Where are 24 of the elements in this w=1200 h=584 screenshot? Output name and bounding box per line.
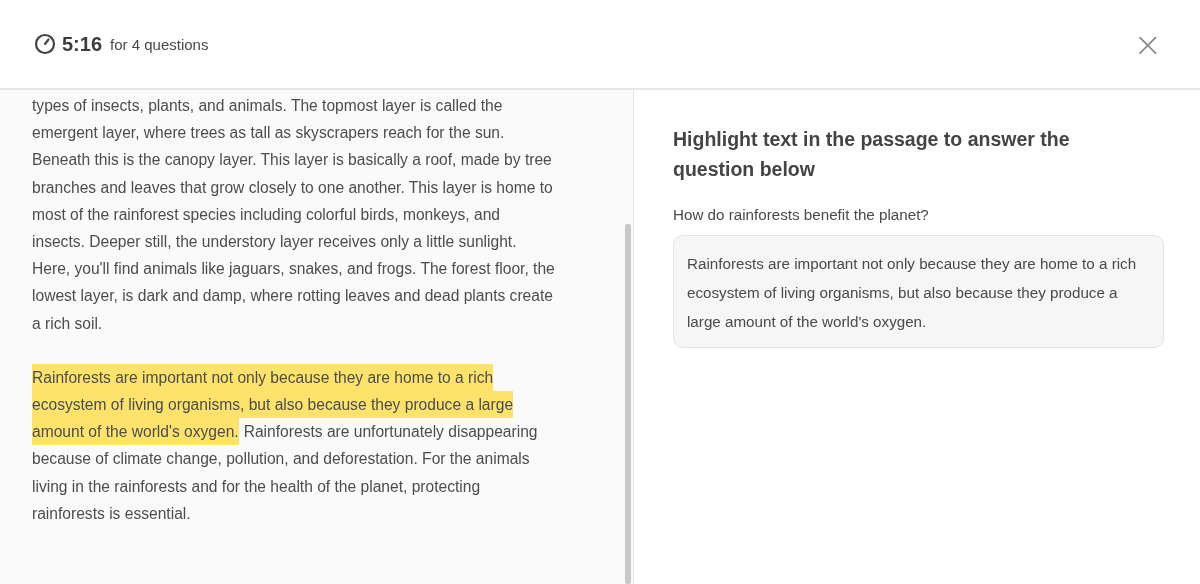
question-count: for 4 questions [110, 35, 209, 53]
passage-text: lowest layer, is dark and damp, where rotting leaves and dead plants create [32, 286, 553, 307]
passage-text: emergent layer, where trees as tall as skyscrapers reach for the sun. [32, 123, 505, 144]
passage-text: most of the rainforest species including colorful birds, monkeys, and [32, 204, 501, 225]
passage-text: Beneath this is the canopy layer. This layer is basically a roof, made by tree [32, 150, 552, 171]
stopwatch-icon [34, 33, 56, 55]
passage-text: a rich soil. [32, 313, 103, 334]
instruction-heading: Highlight text in the passage to answer the question below [673, 127, 1071, 182]
close-button[interactable]: × [1129, 27, 1166, 61]
passage-text: types of insects, plants, and animals. The topmost layer is called the [32, 96, 503, 116]
passage-text: branches and leaves that grow closely to one another. This layer is home to [32, 177, 553, 198]
timer-value: 5:16 [62, 32, 103, 56]
highlighted-text: Rainforests are important not only because they are home to a rich [32, 363, 494, 392]
highlighted-text: amount of the world's oxygen. [32, 418, 239, 446]
passage-text: Rainforests are unfortunately disappearing [243, 422, 538, 443]
passage-text: insects. Deeper still, the understory layer receives only a little sunlight. [32, 232, 517, 252]
passage-text: because of climate change, pollution, and deforestation. For the animals [32, 449, 530, 470]
passage-text: Here, you'll find animals like jaguars, snakes, and frogs. The forest floor, the [32, 259, 555, 280]
question-text: How do rainforests benefit the planet? [673, 206, 930, 223]
passage-text: rainforests is essential. [32, 503, 191, 524]
scrollbar-thumb[interactable] [625, 224, 631, 584]
highlighted-text: ecosystem of living organisms, but also because they produce a large [32, 391, 514, 419]
answer-box[interactable]: Rainforests are important not only because they are home to a rich ecosystem of living organisms, but also because they produce a large amount of the world's oxygen. [673, 235, 1164, 348]
passage-text: living in the rainforests and for the health of the planet, protecting [32, 476, 481, 497]
